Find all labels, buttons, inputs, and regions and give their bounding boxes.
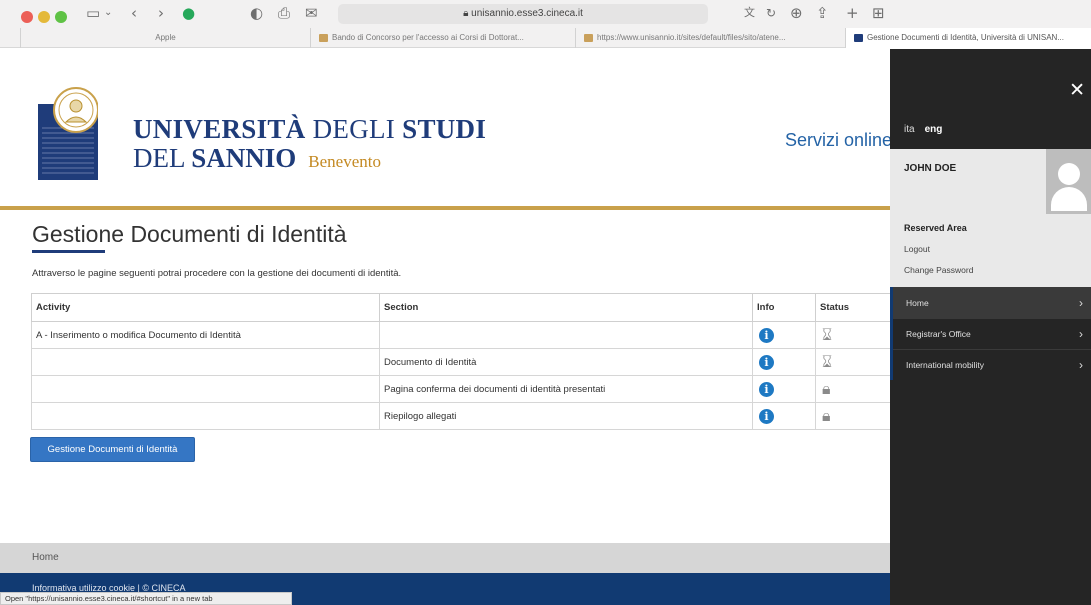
- chevron-right-icon: ›: [1079, 296, 1083, 310]
- sidebar-item-registrars-office[interactable]: Registrar's Office ›: [890, 318, 1091, 349]
- download-icon[interactable]: ⊕: [790, 5, 803, 21]
- translate-icon[interactable]: 文: [744, 5, 755, 21]
- avatar: [1046, 149, 1091, 214]
- print-icon[interactable]: ⎙: [278, 5, 290, 21]
- intro-text: Attraverso le pagine seguenti potrai pro…: [32, 268, 402, 279]
- status-cell: ⌛︎: [815, 348, 901, 376]
- gestione-documenti-button[interactable]: Gestione Documenti di Identità: [30, 437, 195, 462]
- sidebar-item-international-mobility[interactable]: International mobility ›: [890, 349, 1091, 380]
- privacy-icon[interactable]: ◐: [250, 5, 263, 21]
- address-bar[interactable]: 🔒︎ unisannio.esse3.cineca.it: [338, 4, 708, 24]
- info-cell: i: [752, 321, 816, 349]
- activity-cell: A - Inserimento o modifica Documento di …: [31, 321, 380, 349]
- browser-status-bar: Open "https://unisannio.esse3.cineca.it/…: [0, 592, 292, 605]
- mail-icon[interactable]: ✉: [305, 5, 318, 21]
- reload-icon[interactable]: ↻: [766, 5, 776, 21]
- user-sidebar: ✕ ita eng JOHN DOE Reserved Area Logout C…: [890, 49, 1091, 605]
- close-icon[interactable]: ✕: [1069, 79, 1085, 101]
- info-icon[interactable]: i: [759, 408, 774, 424]
- servizi-online-label: Servizi online: [785, 130, 893, 150]
- sidebar-icon[interactable]: ▭: [86, 5, 100, 21]
- favicon-icon: [584, 33, 593, 42]
- chevron-right-icon: ›: [1079, 327, 1083, 341]
- logout-link[interactable]: Logout: [904, 244, 930, 254]
- university-name-line2: DEL SANNIO Benevento: [133, 143, 381, 173]
- lang-ita-link[interactable]: ita: [904, 124, 915, 135]
- favicon-icon: [319, 33, 328, 42]
- status-cell: ⌛︎: [815, 321, 901, 349]
- info-cell: i: [752, 375, 816, 403]
- activity-cell: [31, 348, 380, 376]
- lock-icon: 🔒︎: [822, 379, 831, 398]
- tab-overview-icon[interactable]: ⊞: [872, 5, 885, 21]
- title-underline: [32, 250, 105, 253]
- sidebar-item-home[interactable]: Home ›: [890, 287, 1091, 318]
- user-panel: JOHN DOE Reserved Area Logout Change Pas…: [890, 149, 1091, 287]
- tab-bando[interactable]: Bando di Concorso per l'accesso ai Corsi…: [310, 28, 575, 48]
- forward-icon[interactable]: ›: [158, 5, 164, 21]
- info-icon[interactable]: i: [759, 354, 774, 370]
- browser-toolbar: ▭ ⌄ ‹ › ● ◐ ⎙ ✉ 🔒︎ unisannio.esse3.cinec…: [0, 0, 1091, 26]
- column-header-info: Info: [752, 293, 816, 322]
- activity-table: Activity Section Info Status A - Inserim…: [31, 293, 901, 430]
- zoom-window-button[interactable]: [55, 11, 67, 23]
- info-cell: i: [752, 402, 816, 430]
- tab-bar: Apple Bando di Concorso per l'accesso ai…: [0, 28, 1091, 48]
- user-name: JOHN DOE: [904, 163, 957, 174]
- footer-home-link[interactable]: Home: [32, 552, 59, 563]
- tab-apple[interactable]: Apple: [20, 28, 310, 48]
- reserved-area-label: Reserved Area: [904, 223, 967, 233]
- tab-pdf[interactable]: https://www.unisannio.it/sites/default/f…: [575, 28, 845, 48]
- university-logo[interactable]: [38, 86, 98, 180]
- favicon-icon: [854, 33, 863, 42]
- column-header-section: Section: [379, 293, 753, 322]
- info-icon[interactable]: i: [759, 381, 774, 397]
- browser-chrome: ▭ ⌄ ‹ › ● ◐ ⎙ ✉ 🔒︎ unisannio.esse3.cinec…: [0, 0, 1091, 48]
- column-header-activity: Activity: [31, 293, 380, 322]
- url-text: unisannio.esse3.cineca.it: [471, 8, 583, 19]
- chevron-down-icon[interactable]: ⌄: [104, 5, 112, 21]
- table-row: Pagina conferma dei documenti di identit…: [31, 375, 901, 403]
- sidebar-accent-edge: [890, 287, 893, 380]
- table-row: Documento di Identità i ⌛︎: [31, 348, 901, 376]
- share-icon[interactable]: ⇪: [816, 5, 829, 21]
- info-icon[interactable]: i: [759, 327, 774, 343]
- info-cell: i: [752, 348, 816, 376]
- change-password-link[interactable]: Change Password: [904, 265, 973, 275]
- back-icon[interactable]: ‹: [131, 5, 137, 21]
- page-title: Gestione Documenti di Identità: [32, 221, 347, 247]
- activity-cell: [31, 375, 380, 403]
- status-cell: 🔒︎: [815, 402, 901, 430]
- hourglass-icon: ⌛︎: [822, 325, 833, 344]
- tab-gestione[interactable]: Gestione Documenti di Identità, Universi…: [845, 28, 1091, 48]
- activity-cell: [31, 402, 380, 430]
- section-cell[interactable]: Riepilogo allegati: [379, 402, 753, 430]
- table-row: Riepilogo allegati i 🔒︎: [31, 402, 901, 430]
- extension-icon[interactable]: ●: [182, 5, 195, 21]
- close-window-button[interactable]: [21, 11, 33, 23]
- chevron-right-icon: ›: [1079, 358, 1083, 372]
- section-cell: [379, 321, 753, 349]
- new-tab-icon[interactable]: +: [846, 5, 859, 21]
- table-row: A - Inserimento o modifica Documento di …: [31, 321, 901, 349]
- lock-icon: 🔒︎: [463, 8, 472, 19]
- section-cell[interactable]: Documento di Identità: [379, 348, 753, 376]
- table-header-row: Activity Section Info Status: [31, 293, 901, 322]
- university-name-line1: UNIVERSITÀ DEGLI STUDI: [133, 114, 487, 144]
- section-cell[interactable]: Pagina conferma dei documenti di identit…: [379, 375, 753, 403]
- lang-eng-link[interactable]: eng: [925, 124, 943, 135]
- lock-icon: 🔒︎: [822, 406, 831, 425]
- hourglass-icon: ⌛︎: [822, 352, 833, 371]
- language-switcher: ita eng: [904, 124, 942, 135]
- column-header-status: Status: [815, 293, 901, 322]
- status-cell: 🔒︎: [815, 375, 901, 403]
- minimize-window-button[interactable]: [38, 11, 50, 23]
